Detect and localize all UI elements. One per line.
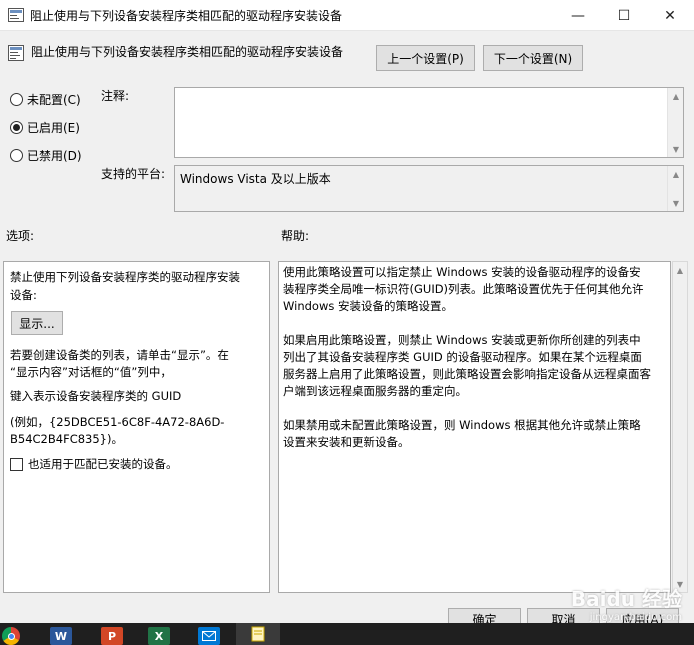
show-button[interactable]: 显示... — [11, 311, 63, 335]
previous-setting-button[interactable]: 上一个设置(P) — [376, 45, 475, 71]
scroll-down-icon[interactable]: ▼ — [668, 195, 684, 211]
help-p2-line2: 列出了其设备安装程序类 GUID 的设备驱动程序。如果在某个远程桌面 — [283, 350, 642, 364]
scroll-up-icon[interactable]: ▲ — [668, 166, 684, 182]
help-p1-line3: Windows 安装设备的策略设置。 — [283, 299, 453, 313]
options-example-line2: B54C2B4FC835})。 — [10, 432, 123, 446]
options-description-line2: 设备: — [10, 288, 37, 302]
scroll-up-icon[interactable]: ▲ — [668, 88, 684, 104]
watermark-line2: jingyan.baidu.com — [589, 612, 682, 623]
window-title: 阻止使用与下列设备安装程序类相匹配的驱动程序安装设备 — [30, 9, 343, 23]
close-icon: ✕ — [664, 7, 676, 24]
checkbox-label: 也适用于匹配已安装的设备。 — [28, 457, 178, 471]
notes-app-button[interactable] — [236, 623, 280, 645]
options-label: 选项: — [6, 229, 35, 243]
watermark-line1: Baidu 经验 — [570, 587, 682, 611]
comment-label: 注释: — [101, 89, 130, 103]
help-scrollbar[interactable]: ▲ ▼ — [672, 261, 688, 593]
outlook-icon[interactable] — [198, 627, 220, 645]
options-description-line1: 禁止使用下列设备安装程序类的驱动程序安装 — [10, 270, 240, 284]
radio-label: 未配置(C) — [27, 93, 81, 107]
radio-enabled[interactable]: 已启用(E) — [10, 119, 80, 136]
scroll-down-icon[interactable]: ▼ — [668, 141, 684, 157]
maximize-button[interactable]: ☐ — [601, 0, 647, 31]
comment-textarea[interactable]: ▲ ▼ — [174, 87, 684, 158]
taskbar: W P X — [0, 623, 694, 645]
word-icon[interactable]: W — [50, 627, 72, 645]
platform-label: 支持的平台: — [101, 167, 166, 181]
help-p1-line1: 使用此策略设置可以指定禁止 Windows 安装的设备驱动程序的设备安 — [283, 265, 641, 279]
notes-icon — [251, 626, 265, 642]
minimize-icon: — — [571, 7, 585, 24]
radio-label: 已禁用(D) — [27, 149, 82, 163]
excel-icon[interactable]: X — [148, 627, 170, 645]
options-key-line: 键入表示设备安装程序类的 GUID — [10, 389, 182, 403]
policy-title: 阻止使用与下列设备安装程序类相匹配的驱动程序安装设备 — [31, 45, 344, 59]
help-p3-line1: 如果禁用或未配置此策略设置，则 Windows 根据其他允许或禁止策略 — [283, 418, 641, 432]
scroll-up-icon[interactable]: ▲ — [673, 262, 687, 278]
chrome-icon[interactable] — [2, 627, 20, 645]
maximize-icon: ☐ — [617, 7, 631, 24]
next-setting-button[interactable]: 下一个设置(N) — [483, 45, 583, 71]
close-button[interactable]: ✕ — [647, 0, 693, 31]
platform-scrollbar[interactable]: ▲ ▼ — [667, 166, 683, 211]
help-p2-line1: 如果启用此策略设置，则禁止 Windows 安装或更新你所创建的列表中 — [283, 333, 641, 347]
help-p1-line2: 装程序类全局唯一标识符(GUID)列表。此策略设置优先于任何其他允许 — [283, 282, 644, 296]
help-panel: 使用此策略设置可以指定禁止 Windows 安装的设备驱动程序的设备安 装程序类… — [278, 261, 671, 593]
minimize-button[interactable]: — — [555, 0, 601, 31]
apply-to-installed-checkbox[interactable]: 也适用于匹配已安装的设备。 — [10, 456, 178, 472]
powerpoint-icon[interactable]: P — [101, 627, 123, 645]
policy-setting-icon — [8, 45, 24, 61]
help-label: 帮助: — [281, 229, 310, 243]
platform-field: Windows Vista 及以上版本 ▲ ▼ — [174, 165, 684, 212]
radio-not-configured[interactable]: 未配置(C) — [10, 91, 81, 108]
platform-value: Windows Vista 及以上版本 — [180, 172, 331, 186]
comment-scrollbar[interactable]: ▲ ▼ — [667, 88, 683, 157]
options-hint-line2: “显示内容”对话框的“值”列中， — [10, 365, 172, 379]
title-bar: 阻止使用与下列设备安装程序类相匹配的驱动程序安装设备 — ☐ ✕ — [0, 0, 694, 31]
options-hint-line1: 若要创建设备类的列表，请单击“显示”。在 — [10, 348, 229, 362]
radio-circle-icon — [10, 149, 23, 162]
radio-label: 已启用(E) — [27, 121, 80, 135]
baidu-watermark: Baidu 经验 jingyan.baidu.com — [571, 583, 682, 623]
radio-circle-icon — [10, 93, 23, 106]
help-p3-line2: 设置来安装和更新设备。 — [283, 435, 410, 449]
options-panel: 禁止使用下列设备安装程序类的驱动程序安装 设备: 显示... 若要创建设备类的列… — [3, 261, 270, 593]
radio-selected-icon — [10, 121, 23, 134]
radio-disabled[interactable]: 已禁用(D) — [10, 147, 82, 164]
help-p2-line4: 户端到该远程桌面服务器的重定向。 — [283, 384, 467, 398]
policy-app-icon — [8, 8, 24, 22]
help-p2-line3: 服务器上启用了此策略设置，则此策略设置会影响指定设备从远程桌面客 — [283, 367, 651, 381]
checkbox-icon — [10, 457, 23, 471]
options-example-line1: (例如，{25DBCE51-6C8F-4A72-8A6D- — [10, 415, 225, 429]
